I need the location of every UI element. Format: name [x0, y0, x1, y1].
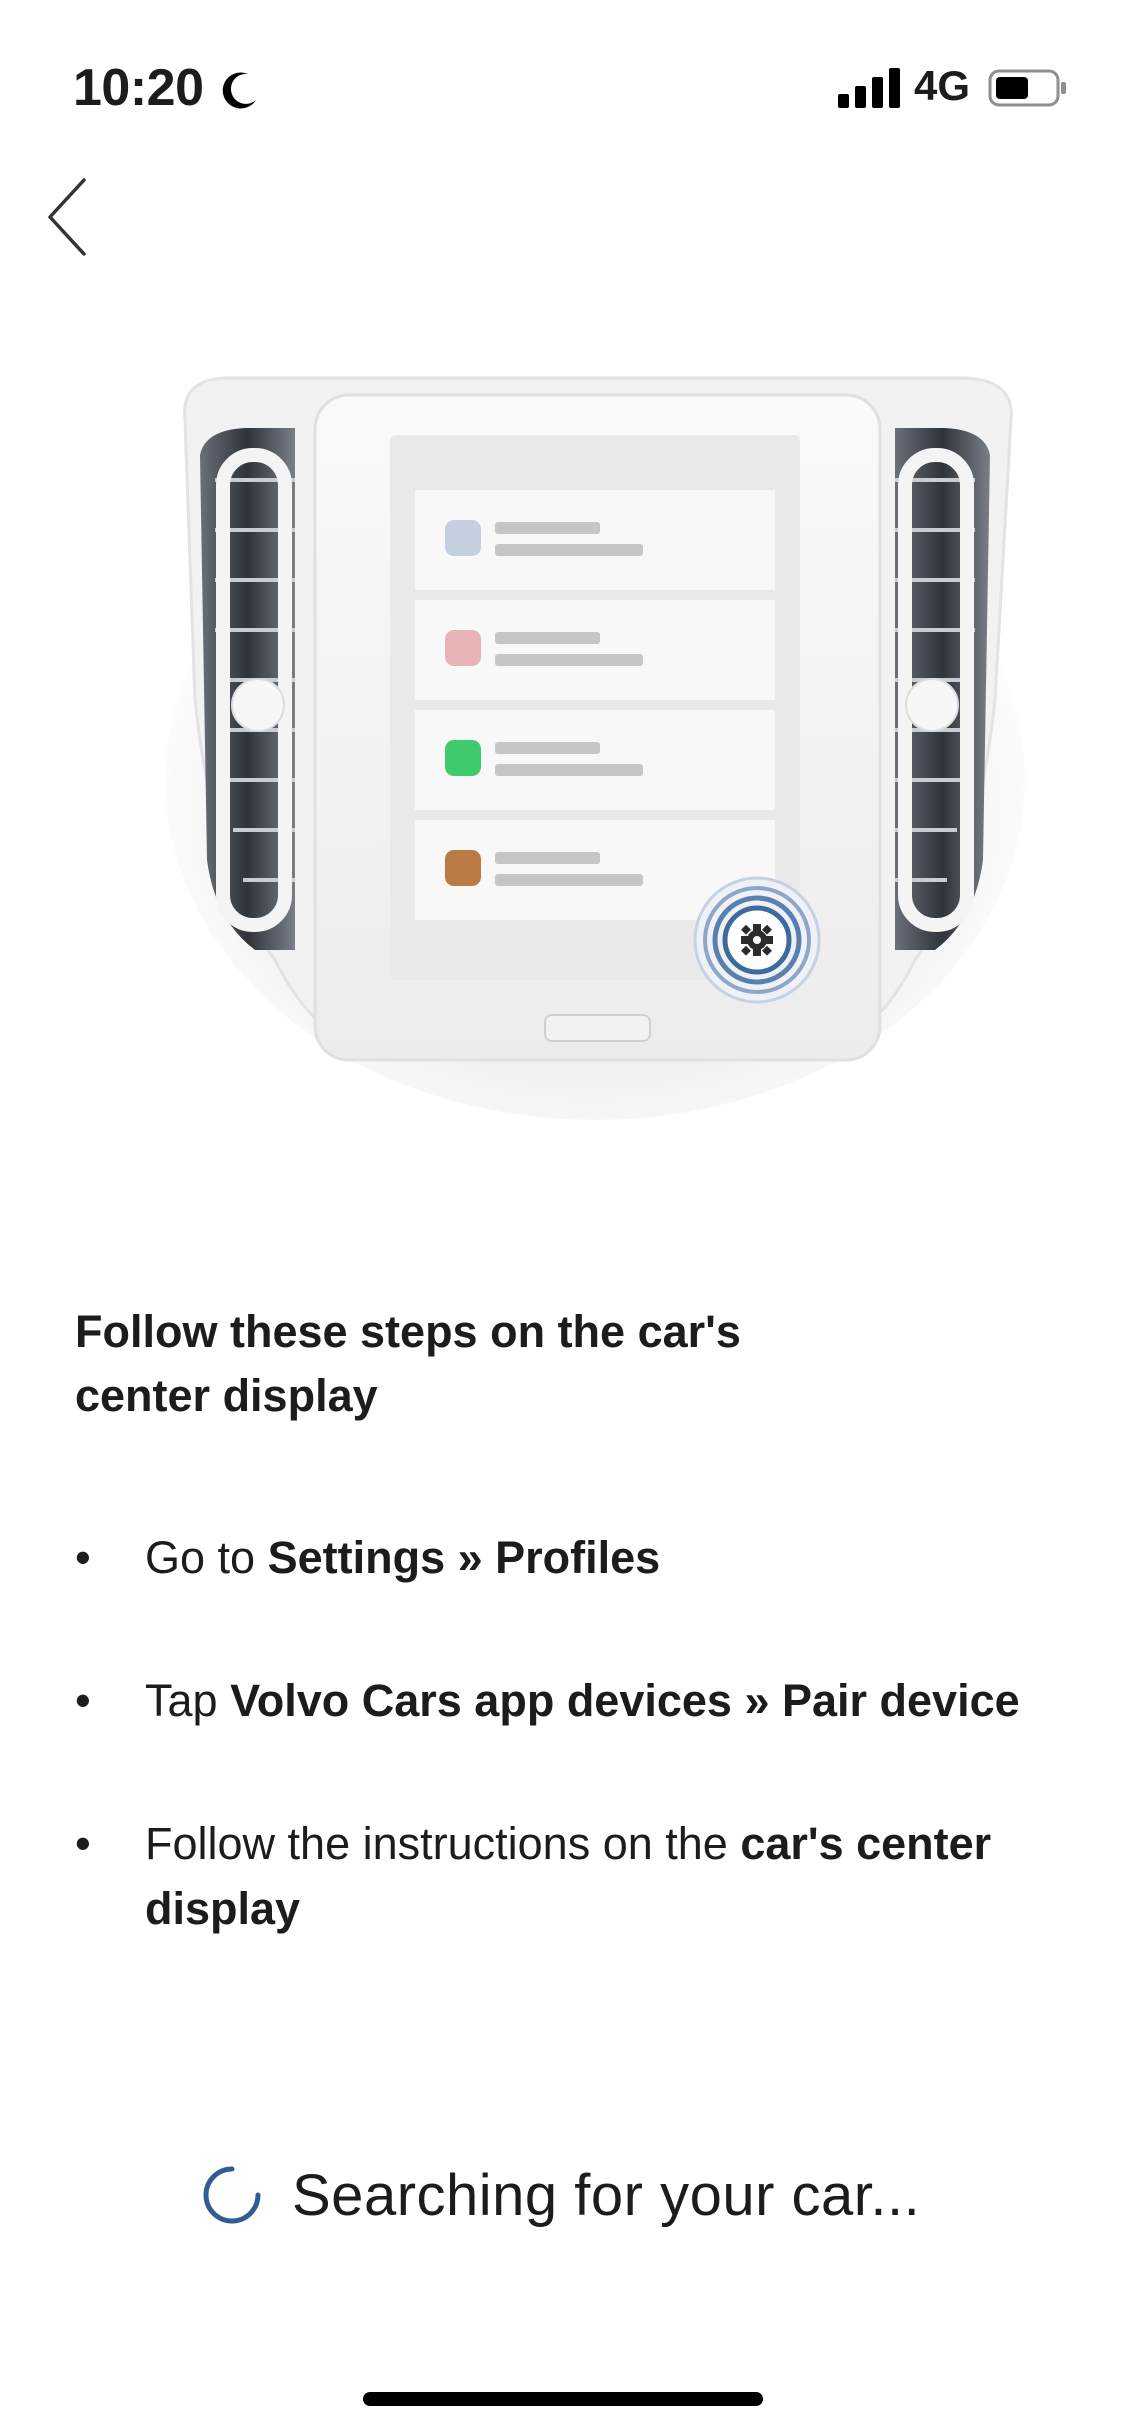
step-bold-text: Settings » Profiles — [267, 1532, 661, 1583]
moon-icon — [222, 72, 256, 109]
back-button[interactable] — [40, 172, 100, 262]
step-text: Tap — [145, 1675, 231, 1726]
status-bar: 10:20 4G — [0, 0, 1125, 140]
signal-bars-icon — [838, 68, 900, 108]
step-pair-device: • Tap Volvo Cars app devices » Pair devi… — [75, 1668, 1085, 1733]
step-follow-instructions: • Follow the instructions on the car's c… — [75, 1811, 1085, 1941]
loading-spinner-icon — [203, 2166, 261, 2224]
gear-icon — [693, 876, 821, 1004]
step-text: Follow the instructions on the — [145, 1818, 741, 1869]
searching-text: Searching for your car... — [292, 2162, 921, 2228]
network-type: 4G — [914, 62, 971, 109]
step-settings-profiles: • Go to Settings » Profiles — [75, 1525, 1085, 1590]
bullet: • — [75, 1675, 91, 1726]
right-air-vent — [895, 428, 990, 950]
instructions-heading: Follow these steps on the car's center d… — [75, 1306, 741, 1421]
chevron-left-icon — [48, 178, 86, 256]
searching-status: Searching for your car... — [200, 2155, 920, 2235]
step-text: Go to — [145, 1532, 268, 1583]
car-center-display-illustration — [145, 360, 1045, 1140]
battery-icon — [988, 69, 1066, 107]
status-time: 10:20 — [73, 59, 204, 117]
step-bold-text: Volvo Cars app devices » Pair device — [230, 1675, 1020, 1726]
steps-list: • Go to Settings » Profiles • Tap Volvo … — [75, 1525, 1085, 1941]
left-air-vent — [200, 428, 295, 950]
home-indicator[interactable] — [363, 2392, 763, 2406]
bullet: • — [75, 1818, 91, 1869]
bullet: • — [75, 1532, 91, 1583]
